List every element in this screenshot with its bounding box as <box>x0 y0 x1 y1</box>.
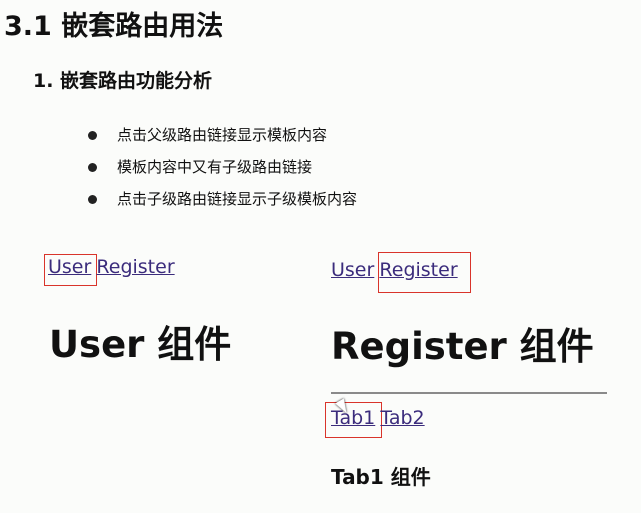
bullet-dot-icon <box>88 195 97 204</box>
tab2-link[interactable]: Tab2 <box>380 407 424 429</box>
user-link[interactable]: User <box>48 256 91 278</box>
divider <box>331 392 607 394</box>
tab1-component-heading: Tab1 组件 <box>331 465 431 489</box>
register-component-heading: Register 组件 <box>331 325 594 368</box>
register-link[interactable]: Register <box>96 256 174 278</box>
tab1-link[interactable]: Tab1 <box>331 407 375 429</box>
bullet-dot-icon <box>88 131 97 140</box>
bullet-item: 点击子级路由链接显示子级模板内容 <box>88 188 357 209</box>
bullet-item: 点击父级路由链接显示模板内容 <box>88 124 327 145</box>
slide-title: 3.1 嵌套路由用法 <box>4 11 224 42</box>
bullet-dot-icon <box>88 163 97 172</box>
user-component-heading: User 组件 <box>49 323 232 366</box>
left-nav: User Register <box>48 256 175 278</box>
section-heading: 1. 嵌套路由功能分析 <box>33 70 213 92</box>
user-link[interactable]: User <box>331 259 374 281</box>
bullet-text: 点击父级路由链接显示模板内容 <box>117 126 328 144</box>
bullet-text: 模板内容中又有子级路由链接 <box>117 158 313 176</box>
bullet-text: 点击子级路由链接显示子级模板内容 <box>117 190 358 208</box>
register-link[interactable]: Register <box>379 259 457 281</box>
right-nav: User Register <box>331 259 458 281</box>
bullet-item: 模板内容中又有子级路由链接 <box>88 156 312 177</box>
